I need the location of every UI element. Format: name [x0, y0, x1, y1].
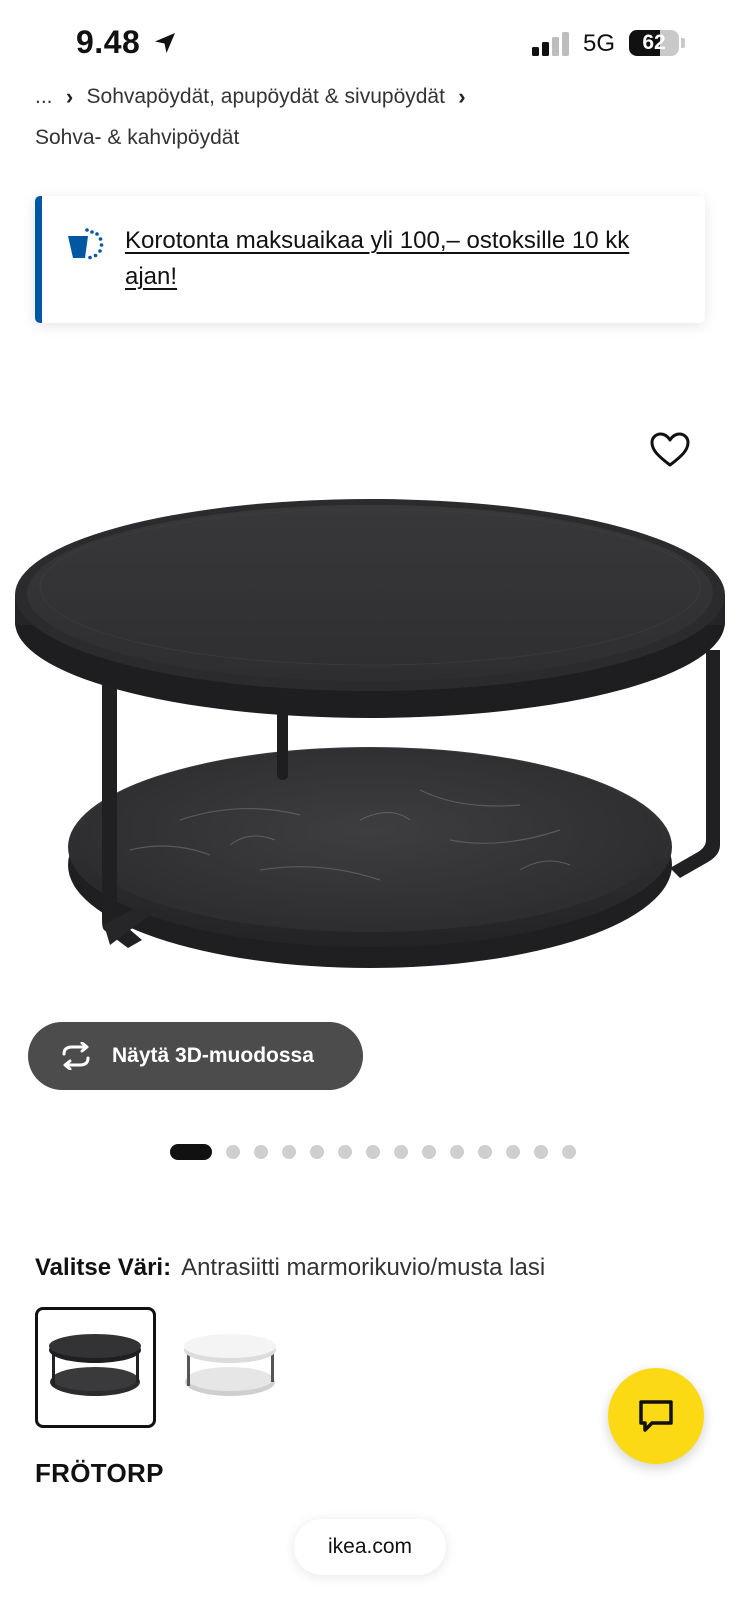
carousel-dot[interactable]	[282, 1145, 296, 1159]
anthracite-swatch[interactable]	[35, 1307, 156, 1428]
carousel-dot[interactable]	[506, 1145, 520, 1159]
view-3d-label: Näytä 3D-muodossa	[112, 1044, 314, 1067]
browser-url-bar[interactable]: ikea.com	[294, 1519, 446, 1575]
breadcrumb-ellipsis[interactable]: ...	[35, 80, 53, 114]
carousel-dot[interactable]	[422, 1145, 436, 1159]
color-label: Valitse Väri:	[35, 1254, 172, 1281]
carousel-dot[interactable]	[450, 1145, 464, 1159]
view-3d-button[interactable]: Näytä 3D-muodossa	[28, 1022, 363, 1090]
promo-banner[interactable]: Korotonta maksuaikaa yli 100,– ostoksill…	[35, 196, 705, 323]
installment-payment-icon	[68, 228, 104, 260]
carousel-dot[interactable]	[338, 1145, 352, 1159]
location-arrow-icon	[155, 33, 175, 53]
breadcrumb: ... › Sohvapöydät, apupöydät & sivupöydä…	[35, 80, 715, 155]
breadcrumb-item-tables[interactable]: Sohvapöydät, apupöydät & sivupöydät	[87, 80, 445, 114]
white-swatch[interactable]	[170, 1307, 291, 1428]
carousel-dot[interactable]	[478, 1145, 492, 1159]
cellular-signal-icon	[532, 32, 569, 56]
carousel-dot[interactable]	[562, 1145, 576, 1159]
breadcrumb-item-coffee-tables[interactable]: Sohva- & kahvipöydät	[35, 121, 239, 155]
image-carousel-dots[interactable]	[170, 1144, 590, 1160]
carousel-dot[interactable]	[534, 1145, 548, 1159]
promo-accent-bar	[35, 196, 42, 323]
color-value: Antrasiitti marmorikuvio/musta lasi	[181, 1254, 546, 1281]
network-type: 5G	[583, 30, 616, 57]
carousel-dot[interactable]	[394, 1145, 408, 1159]
carousel-dot[interactable]	[310, 1145, 324, 1159]
chat-button[interactable]	[608, 1368, 704, 1464]
product-image[interactable]	[0, 400, 740, 1020]
battery-indicator: 62	[629, 30, 685, 58]
chevron-right-icon: ›	[65, 84, 74, 109]
carousel-dot[interactable]	[170, 1144, 212, 1160]
carousel-dot[interactable]	[226, 1145, 240, 1159]
battery-level: 62	[642, 31, 666, 54]
status-time: 9.48	[76, 24, 141, 60]
chat-bubble-icon	[639, 1400, 673, 1432]
rotate-3d-icon	[62, 1042, 90, 1070]
color-selector-label: Valitse Väri: Antrasiitti marmorikuvio/mu…	[35, 1254, 545, 1282]
promo-link[interactable]: Korotonta maksuaikaa yli 100,– ostoksill…	[125, 223, 675, 295]
chevron-right-icon: ›	[458, 84, 466, 109]
status-bar: 9.48 5G 62	[0, 0, 740, 84]
product-name: FRÖTORP	[35, 1458, 164, 1488]
carousel-dot[interactable]	[254, 1145, 268, 1159]
carousel-dot[interactable]	[366, 1145, 380, 1159]
